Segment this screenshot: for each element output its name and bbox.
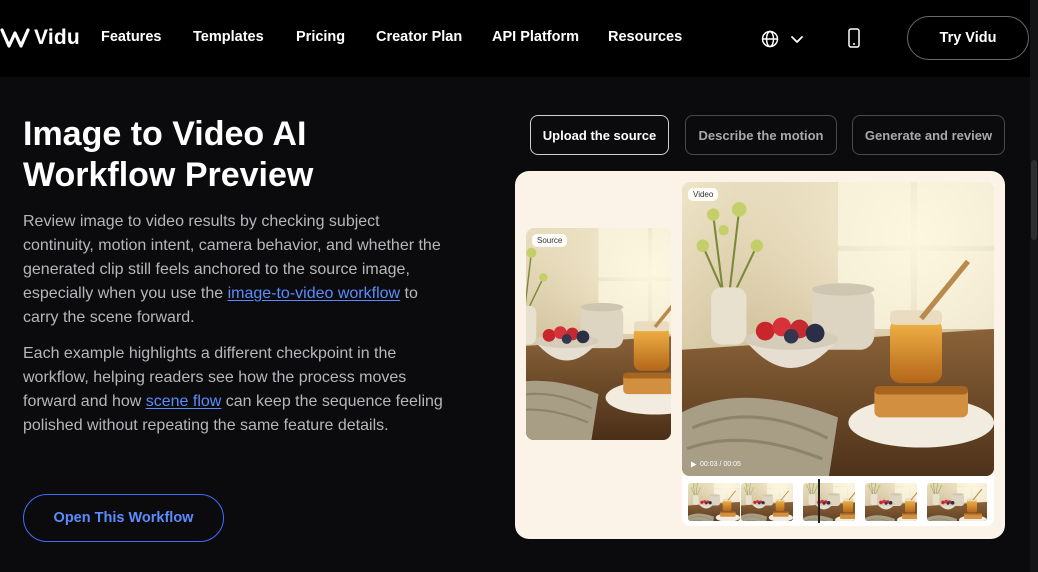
- image-to-video-workflow-link[interactable]: image-to-video workflow: [228, 285, 401, 302]
- video-filmstrip[interactable]: [682, 476, 994, 526]
- filmstrip-frame[interactable]: [803, 483, 855, 521]
- open-workflow-button[interactable]: Open This Workflow: [23, 494, 224, 542]
- try-vidu-button[interactable]: Try Vidu: [907, 16, 1029, 60]
- logo-text: Vidu: [34, 26, 80, 49]
- step-describe-motion[interactable]: Describe the motion: [685, 115, 837, 155]
- filmstrip-playhead[interactable]: [818, 479, 820, 523]
- workflow-preview-card: Source Video 00:03 / 00:05: [515, 171, 1005, 539]
- source-image: Source: [526, 228, 671, 440]
- filmstrip-frame[interactable]: [688, 483, 740, 521]
- page-scrollbar[interactable]: [1030, 0, 1038, 572]
- page-title: Image to Video AI Workflow Preview: [23, 115, 314, 194]
- source-tag: Source: [532, 234, 568, 247]
- video-player[interactable]: Video 00:03 / 00:05: [682, 182, 994, 476]
- timecode-text: 00:03 / 00:05: [700, 461, 741, 468]
- source-image-scene: [526, 228, 671, 440]
- nav-resources[interactable]: Resources: [608, 29, 682, 45]
- filmstrip-frame[interactable]: [865, 483, 917, 521]
- filmstrip-frame[interactable]: [927, 483, 987, 521]
- vidu-logo-icon: [0, 28, 30, 48]
- globe-icon[interactable]: [760, 29, 780, 49]
- intro-paragraph: Review image to video results by checkin…: [23, 210, 443, 330]
- nav-api-platform[interactable]: API Platform: [492, 29, 579, 45]
- filmstrip-frame[interactable]: [741, 483, 793, 521]
- video-tag: Video: [688, 188, 719, 201]
- video-timecode: 00:03 / 00:05: [690, 461, 741, 468]
- step-upload-source[interactable]: Upload the source: [530, 115, 669, 155]
- video-frame-scene: [682, 182, 994, 476]
- nav-templates[interactable]: Templates: [193, 29, 264, 45]
- detail-paragraph: Each example highlights a different chec…: [23, 342, 443, 438]
- chevron-down-icon[interactable]: [789, 31, 805, 47]
- nav-creator-plan[interactable]: Creator Plan: [376, 29, 462, 45]
- step-generate-review[interactable]: Generate and review: [852, 115, 1005, 155]
- nav-features[interactable]: Features: [101, 29, 161, 45]
- scene-flow-link[interactable]: scene flow: [146, 393, 222, 410]
- phone-icon[interactable]: [845, 28, 863, 48]
- nav-pricing[interactable]: Pricing: [296, 29, 345, 45]
- play-icon[interactable]: [690, 461, 697, 468]
- scrollbar-thumb[interactable]: [1031, 160, 1037, 240]
- top-navigation-bar: Vidu Features Templates Pricing Creator …: [0, 0, 1038, 77]
- vidu-logo[interactable]: Vidu: [0, 24, 80, 52]
